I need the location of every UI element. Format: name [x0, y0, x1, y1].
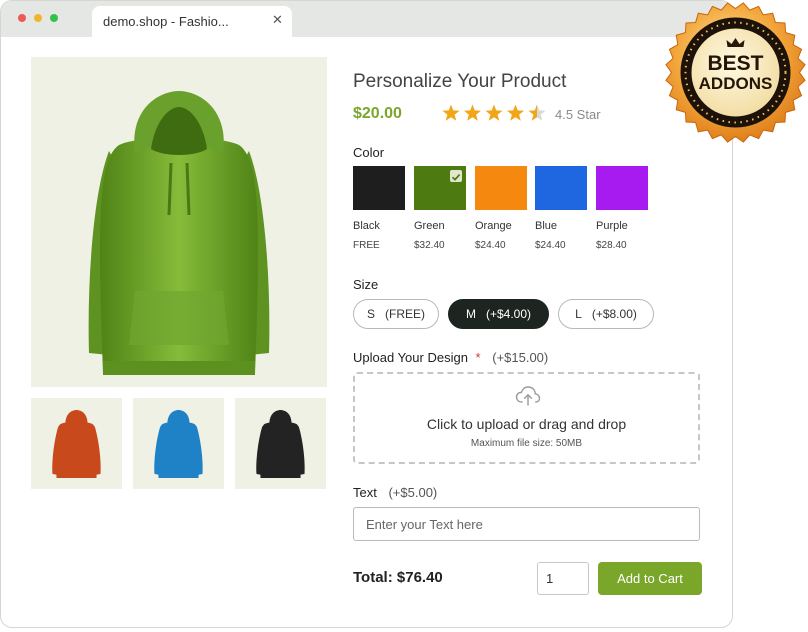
browser-titlebar: demo.shop - Fashio... ✕ [1, 1, 732, 37]
size-price: (FREE) [385, 307, 425, 321]
minimize-window-dot[interactable] [34, 14, 42, 22]
total-price: Total: $76.40 [353, 569, 443, 586]
main-product-image [31, 57, 327, 387]
badge-line-1: BEST [707, 52, 764, 75]
badge-line-2: ADDONS [698, 74, 773, 93]
custom-text-input[interactable] [353, 507, 700, 541]
upload-max-size: Maximum file size: 50MB [470, 438, 583, 449]
star-icon [506, 104, 525, 121]
color-price-orange: $24.40 [475, 240, 506, 251]
color-price-green: $32.40 [414, 240, 445, 251]
product-price: $20.00 [353, 105, 402, 122]
thumbnail-blue-hoodie[interactable] [133, 398, 224, 489]
upload-label-row: Upload Your Design * (+$15.00) [353, 350, 548, 365]
rating-stars [442, 104, 546, 121]
thumbnail-black-hoodie[interactable] [235, 398, 326, 489]
color-swatch-orange[interactable] [475, 166, 527, 210]
color-name-blue: Blue [535, 220, 558, 232]
size-code: M [465, 307, 476, 321]
color-name-purple: Purple [596, 220, 628, 232]
quantity-input[interactable] [537, 562, 589, 595]
cloud-upload-icon [515, 386, 541, 406]
star-icon [485, 104, 503, 121]
browser-tab[interactable]: demo.shop - Fashio... ✕ [92, 6, 292, 37]
text-label: Text [353, 485, 377, 500]
tab-title: demo.shop - Fashio... [103, 14, 229, 29]
size-option-l[interactable]: L (+$8.00) [558, 299, 654, 329]
upload-instruction: Click to upload or drag and drop [426, 416, 627, 432]
color-label: Color [353, 145, 385, 160]
hoodie-main-illustration [88, 91, 270, 375]
hoodie-thumbnail-icon [52, 410, 101, 478]
browser-window: demo.shop - Fashio... ✕ Personalize Your… [0, 0, 733, 628]
color-swatch-green[interactable] [414, 166, 466, 210]
close-window-dot[interactable] [18, 14, 26, 22]
add-to-cart-button[interactable]: Add to Cart [598, 562, 702, 595]
color-price-purple: $28.40 [596, 240, 627, 251]
size-price: (+$8.00) [591, 307, 637, 321]
upload-price: (+$15.00) [492, 350, 549, 365]
color-name-green: Green [414, 220, 445, 232]
size-label: Size [353, 277, 379, 292]
rating-text: 4.5 Star [555, 107, 601, 122]
tab-close-icon[interactable]: ✕ [272, 12, 283, 28]
size-option-s[interactable]: S (FREE) [353, 299, 439, 329]
upload-label: Upload Your Design [353, 350, 468, 365]
product-title: Personalize Your Product [353, 71, 567, 92]
star-icon [442, 104, 460, 121]
color-name-black: Black [353, 220, 380, 232]
color-price-blue: $24.40 [535, 240, 566, 251]
text-price: (+$5.00) [388, 485, 438, 500]
best-addons-badge: BEST ADDONS [663, 0, 808, 145]
size-price: (+$4.00) [485, 307, 532, 321]
hoodie-thumbnail-icon [154, 410, 203, 478]
color-price-black: FREE [353, 240, 380, 251]
size-option-m[interactable]: M (+$4.00) [448, 299, 549, 329]
required-asterisk: * [475, 350, 481, 365]
color-name-orange: Orange [475, 220, 512, 232]
color-swatch-black[interactable] [353, 166, 405, 210]
star-icon [463, 104, 482, 121]
thumbnail-orange-hoodie[interactable] [31, 398, 122, 489]
upload-dropzone[interactable]: Click to upload or drag and drop Maximum… [353, 372, 700, 464]
size-code: S [366, 307, 375, 321]
star-icon [528, 104, 546, 121]
maximize-window-dot[interactable] [50, 14, 58, 22]
checkmark-icon [450, 170, 462, 182]
color-swatch-purple[interactable] [596, 166, 648, 210]
text-label-row: Text (+$5.00) [353, 485, 437, 500]
color-swatch-blue[interactable] [535, 166, 587, 210]
hoodie-thumbnail-icon [256, 410, 305, 478]
size-code: L [575, 307, 582, 321]
